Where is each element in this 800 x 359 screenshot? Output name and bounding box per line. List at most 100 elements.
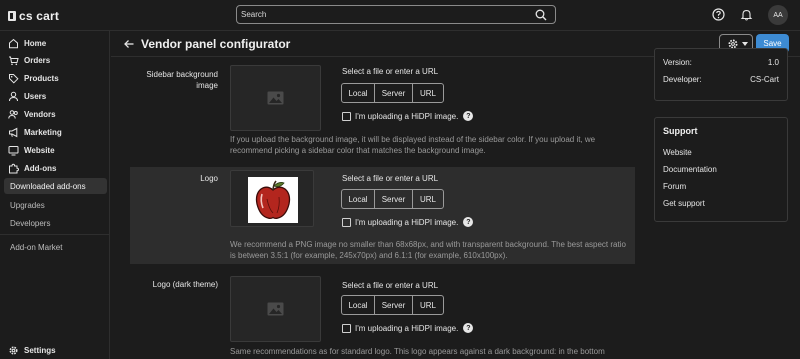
field-logo: Logo Select a file or enter a URL Local … (130, 167, 635, 264)
search-input[interactable] (241, 7, 531, 22)
hidpi-label: I'm uploading a HiDPI image. (355, 217, 459, 227)
users-icon (9, 91, 18, 102)
image-preview (230, 276, 321, 342)
developer-label: Developer: (663, 75, 702, 84)
page-title: Vendor panel configurator (141, 37, 291, 51)
field-logo-dark-theme: Logo (dark theme) Select a file or enter… (130, 272, 635, 359)
hidpi-checkbox-row: I'm uploading a HiDPI image. ? (342, 216, 474, 228)
field-note: We recommend a PNG image no smaller than… (230, 240, 626, 260)
tag-icon (9, 74, 19, 84)
support-title: Support (663, 126, 698, 136)
hidpi-checkbox[interactable] (342, 217, 351, 227)
gear-icon (9, 346, 18, 355)
local-button[interactable]: Local (342, 84, 375, 102)
hidpi-checkbox[interactable] (342, 111, 351, 121)
search-box[interactable] (236, 5, 556, 24)
sidebar-item-addon-market[interactable]: Add-on Market (4, 239, 107, 255)
puzzle-icon (9, 163, 19, 174)
field-label: Logo (dark theme) (152, 280, 218, 289)
sidebar-item-users[interactable]: Users (0, 89, 110, 105)
apple-logo-image (248, 177, 298, 223)
top-bar: cs cart AA (0, 0, 800, 31)
back-arrow-icon[interactable] (123, 38, 135, 50)
sidebar-item-home[interactable]: Home (0, 36, 110, 52)
url-button[interactable]: URL (413, 296, 443, 314)
image-preview (230, 65, 321, 131)
sidebar-subitem-downloaded-addons[interactable]: Downloaded add-ons (4, 178, 107, 194)
select-file-label: Select a file or enter a URL (342, 67, 439, 76)
sidebar-item-products[interactable]: Products (0, 71, 110, 87)
server-button[interactable]: Server (375, 84, 413, 102)
support-link-website[interactable]: Website (663, 148, 692, 157)
sidebar-item-vendors[interactable]: Vendors (0, 107, 110, 123)
hidpi-label: I'm uploading a HiDPI image. (355, 323, 459, 333)
field-note: Same recommendations as for standard log… (230, 347, 605, 356)
hidpi-checkbox[interactable] (342, 323, 351, 333)
image-placeholder-icon (267, 302, 284, 316)
brand-name: cs cart (19, 9, 60, 23)
help-icon[interactable]: ? (463, 111, 474, 121)
select-file-label: Select a file or enter a URL (342, 174, 439, 183)
bell-icon[interactable] (740, 8, 753, 21)
url-button[interactable]: URL (413, 190, 443, 208)
url-button[interactable]: URL (413, 84, 443, 102)
sidebar-subitem-upgrades[interactable]: Upgrades (4, 197, 107, 213)
sidebar-divider (0, 234, 110, 235)
support-panel: Support Website Documentation Forum Get … (654, 117, 788, 222)
select-file-label: Select a file or enter a URL (342, 281, 439, 290)
sidebar-item-orders[interactable]: Orders (0, 53, 110, 69)
sidebar-item-settings[interactable]: Settings (0, 343, 110, 359)
field-note: If you upload the background image, it w… (230, 135, 596, 155)
local-button[interactable]: Local (342, 296, 375, 314)
sidebar-item-marketing[interactable]: Marketing (0, 125, 110, 141)
upload-source-group: Local Server URL (341, 83, 444, 103)
monitor-icon (8, 146, 19, 156)
local-button[interactable]: Local (342, 190, 375, 208)
help-icon[interactable]: ? (463, 323, 474, 333)
server-button[interactable]: Server (375, 296, 413, 314)
field-label: Sidebar background image (146, 70, 218, 90)
sidebar-subitem-label: Add-on Market (10, 243, 63, 252)
avatar[interactable]: AA (768, 5, 788, 25)
brand-logo[interactable]: cs cart (8, 9, 59, 23)
sidebar-item-addons[interactable]: Add-ons (0, 161, 110, 177)
search-icon[interactable] (535, 9, 547, 21)
help-icon[interactable]: ? (463, 217, 474, 227)
version-value: 1.0 (767, 58, 779, 67)
sidebar-item-label: Settings (24, 346, 56, 355)
image-placeholder-icon (267, 91, 284, 105)
sidebar-item-label: Add-ons (24, 164, 57, 173)
logo-preview (230, 170, 314, 227)
sidebar-subitem-label: Upgrades (10, 201, 45, 210)
upload-source-group: Local Server URL (341, 189, 444, 209)
sidebar-subitem-developers[interactable]: Developers (4, 215, 107, 231)
addon-info-panel: Version: 1.0 Developer: CS-Cart (654, 48, 788, 101)
home-icon (9, 38, 18, 49)
sidebar-item-label: Vendors (24, 110, 56, 119)
hidpi-checkbox-row: I'm uploading a HiDPI image. ? (342, 322, 474, 334)
sidebar-item-website[interactable]: Website (0, 143, 110, 159)
support-link-forum[interactable]: Forum (663, 182, 686, 191)
server-button[interactable]: Server (375, 190, 413, 208)
sidebar-item-label: Website (24, 146, 55, 155)
sidebar-item-label: Home (24, 39, 47, 48)
sidebar-item-label: Users (24, 92, 47, 101)
megaphone-icon (9, 127, 18, 138)
sidebar-item-label: Products (24, 74, 59, 83)
field-sidebar-background-image: Sidebar background image Select a file o… (130, 57, 635, 165)
help-icon[interactable] (712, 8, 725, 21)
hidpi-label: I'm uploading a HiDPI image. (355, 111, 459, 121)
support-link-get-support[interactable]: Get support (663, 199, 705, 208)
brand-mark-icon (8, 11, 16, 21)
support-link-documentation[interactable]: Documentation (663, 165, 717, 174)
sidebar: Home Orders Products Users Vendors Marke… (0, 31, 110, 359)
sidebar-subitem-label: Downloaded add-ons (10, 182, 86, 191)
apple-icon (255, 180, 291, 220)
sidebar-item-label: Orders (24, 56, 51, 65)
settings-form: Sidebar background image Select a file o… (130, 57, 635, 359)
sidebar-item-label: Marketing (24, 128, 62, 137)
cart-icon (9, 56, 19, 66)
hidpi-checkbox-row: I'm uploading a HiDPI image. ? (342, 110, 474, 122)
upload-source-group: Local Server URL (341, 295, 444, 315)
developer-value: CS-Cart (750, 75, 779, 84)
